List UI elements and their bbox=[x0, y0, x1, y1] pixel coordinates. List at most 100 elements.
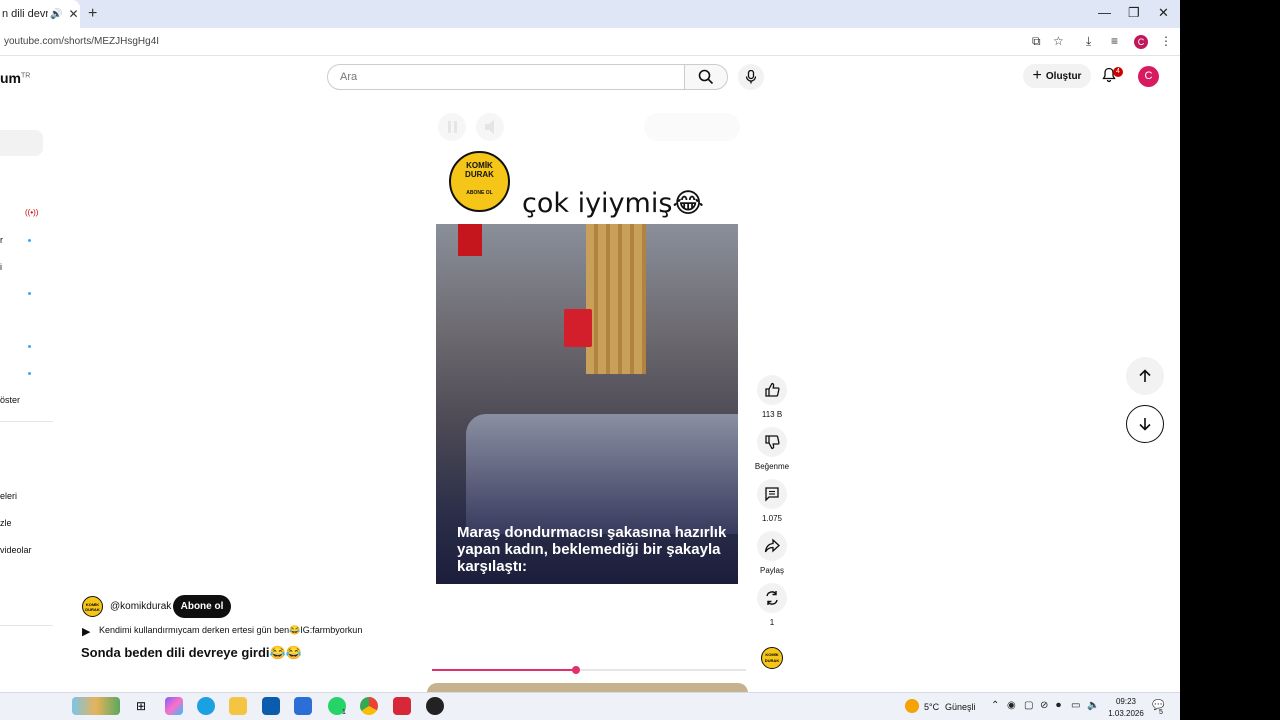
next-short-button[interactable] bbox=[1126, 405, 1164, 443]
clock-date[interactable]: 1.03.2026 bbox=[1106, 709, 1146, 718]
app-icon-dark[interactable] bbox=[426, 697, 444, 715]
arrow-down-icon bbox=[1139, 418, 1151, 431]
badge-line-2: DURAK bbox=[465, 170, 494, 179]
search-button[interactable] bbox=[684, 64, 728, 90]
comment-button[interactable] bbox=[757, 479, 787, 509]
player-controls-right[interactable] bbox=[644, 113, 740, 141]
like-count: 113 B bbox=[761, 410, 783, 419]
file-explorer-icon[interactable] bbox=[229, 697, 247, 715]
comment-icon bbox=[765, 487, 779, 502]
sidebar-item-label[interactable]: videolar bbox=[0, 545, 32, 555]
close-tab-icon[interactable]: ✕ bbox=[68, 7, 78, 21]
create-button[interactable]: + Oluştur bbox=[1023, 64, 1091, 88]
address-bar[interactable]: youtube.com/shorts/MEZJHsgHg4I ⧉ ☆ ⤓ ≡ ⋮ bbox=[0, 28, 1180, 56]
video-overlay-text: Maraş dondurmacısı şakasına hazırlık yap… bbox=[457, 524, 727, 575]
browser-menu-icon[interactable]: ⋮ bbox=[1160, 34, 1172, 48]
widgets-icon[interactable] bbox=[72, 697, 120, 715]
dislike-button[interactable] bbox=[757, 427, 787, 457]
arrow-up-icon bbox=[1139, 369, 1151, 382]
remix-button[interactable] bbox=[757, 583, 787, 613]
media-queue-icon[interactable]: ≡ bbox=[1111, 34, 1118, 48]
progress-fill bbox=[432, 669, 577, 671]
new-content-dot bbox=[28, 345, 31, 348]
app-icon-red[interactable] bbox=[393, 697, 411, 715]
screen: n dili devreye 🔊 ✕ + — ❐ ✕ youtube.com/s… bbox=[0, 0, 1180, 720]
volume-icon[interactable]: 🔈 bbox=[1087, 700, 1099, 711]
mic-icon bbox=[745, 70, 757, 84]
badge-subtext: ABONE OL bbox=[466, 190, 493, 196]
plus-icon: + bbox=[1032, 67, 1042, 84]
network-icon[interactable]: ▭ bbox=[1071, 700, 1080, 711]
new-content-dot bbox=[28, 239, 31, 242]
browser-tabstrip: n dili devreye 🔊 ✕ + — ❐ ✕ bbox=[0, 0, 1180, 28]
browser-profile-avatar[interactable]: C bbox=[1134, 35, 1148, 49]
minimize-icon[interactable]: — bbox=[1098, 5, 1111, 20]
black-margin bbox=[1180, 0, 1280, 720]
weather-description[interactable]: Güneşli bbox=[945, 702, 976, 712]
sidebar-divider bbox=[0, 625, 53, 626]
weather-temperature[interactable]: 5°C bbox=[924, 702, 939, 712]
subscribe-button[interactable]: Abone ol bbox=[173, 595, 231, 618]
thumbs-up-icon bbox=[765, 382, 780, 397]
remix-count: 1 bbox=[769, 618, 775, 627]
task-view-icon[interactable]: ⊞ bbox=[132, 697, 150, 715]
sun-icon bbox=[905, 699, 919, 713]
store-icon[interactable] bbox=[262, 697, 280, 715]
mic-tray-icon[interactable]: ⏺ bbox=[1056, 700, 1061, 711]
progress-knob[interactable] bbox=[572, 666, 581, 674]
notification-center-badge: 5 bbox=[1159, 709, 1163, 716]
clock-time[interactable]: 09:23 bbox=[1106, 697, 1146, 706]
new-content-dot bbox=[28, 372, 31, 375]
search-icon bbox=[698, 69, 714, 85]
like-button[interactable] bbox=[757, 375, 787, 405]
sidebar-item-label[interactable]: zle bbox=[0, 518, 12, 528]
copilot-icon[interactable] bbox=[165, 697, 183, 715]
channel-handle[interactable]: @komikdurak bbox=[110, 601, 171, 612]
remix-icon bbox=[766, 591, 778, 605]
video-caption: çok iyiymiş😂 bbox=[522, 188, 704, 219]
dislike-label: Beğenme bbox=[754, 462, 790, 471]
bookmark-star-icon[interactable]: ☆ bbox=[1053, 34, 1064, 48]
channel-logo-badge: KOMİK DURAK ABONE OL bbox=[449, 151, 510, 212]
browser-tab[interactable]: n dili devreye 🔊 ✕ bbox=[0, 0, 80, 28]
sidebar-item-label[interactable]: eleri bbox=[0, 491, 17, 501]
sidebar-item-label[interactable]: r bbox=[0, 235, 3, 245]
channel-avatar[interactable]: KOMİK DURAK bbox=[82, 596, 103, 617]
youtube-logo[interactable]: umTR bbox=[0, 70, 30, 86]
tray-app-icon[interactable]: ⊘ bbox=[1040, 700, 1048, 711]
share-label: Paylaş bbox=[759, 566, 784, 575]
search-input[interactable]: Ara bbox=[327, 64, 685, 90]
share-icon bbox=[764, 538, 780, 553]
tray-app-icon[interactable]: ◉ bbox=[1007, 700, 1016, 711]
create-label: Oluştur bbox=[1045, 70, 1082, 82]
sidebar-item-active[interactable] bbox=[0, 130, 43, 156]
download-icon[interactable]: ⤓ bbox=[1086, 34, 1091, 49]
tray-app-icon[interactable]: ▢ bbox=[1024, 700, 1033, 711]
new-tab-button[interactable]: + bbox=[88, 5, 97, 23]
logo-region: TR bbox=[21, 72, 31, 80]
account-avatar[interactable]: C bbox=[1138, 66, 1159, 87]
maximize-icon[interactable]: ❐ bbox=[1128, 5, 1140, 21]
sidebar-item-label[interactable]: i bbox=[0, 262, 2, 272]
play-icon[interactable]: ▶ bbox=[82, 625, 90, 638]
speaker-icon[interactable]: 🔊 bbox=[50, 9, 62, 20]
sound-text[interactable]: Kendimi kullandırmıycam derken ertesi gü… bbox=[99, 625, 362, 636]
close-window-icon[interactable]: ✕ bbox=[1158, 5, 1169, 21]
new-content-dot bbox=[28, 292, 31, 295]
share-button[interactable] bbox=[757, 531, 787, 561]
channel-thumbnail-small[interactable]: KOMİK DURAK bbox=[761, 647, 783, 669]
url-text[interactable]: youtube.com/shorts/MEZJHsgHg4I bbox=[4, 36, 159, 47]
edge-icon[interactable] bbox=[197, 697, 215, 715]
tray-chevron-icon[interactable]: ⌃ bbox=[991, 700, 999, 711]
tab-title: n dili devreye bbox=[2, 8, 48, 20]
show-more-item[interactable]: öster bbox=[0, 395, 20, 405]
turkish-flag bbox=[564, 309, 592, 347]
notification-count-badge: 4 bbox=[1113, 67, 1123, 77]
voice-search-button[interactable] bbox=[738, 64, 764, 90]
outlook-icon[interactable] bbox=[294, 697, 312, 715]
previous-short-button[interactable] bbox=[1126, 357, 1164, 395]
video-frame[interactable]: Maraş dondurmacısı şakasına hazırlık yap… bbox=[436, 224, 738, 584]
install-app-icon[interactable]: ⧉ bbox=[1032, 34, 1041, 49]
chrome-icon[interactable] bbox=[360, 697, 378, 715]
player-controls-left[interactable] bbox=[438, 113, 506, 141]
